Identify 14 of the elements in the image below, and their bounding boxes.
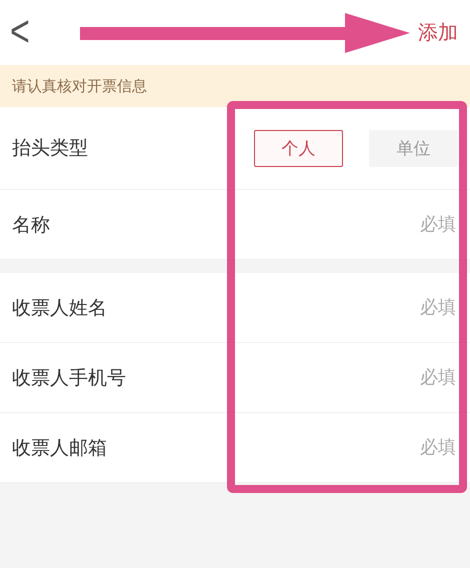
field-label: 收票人姓名 <box>12 296 107 320</box>
input-field[interactable]: 必填 <box>254 213 458 236</box>
field-label: 收票人手机号 <box>12 366 126 390</box>
field-label: 收票人邮箱 <box>12 436 107 460</box>
field-label: 名称 <box>12 212 50 238</box>
type-option[interactable]: 个人 <box>254 130 343 166</box>
field-label: 抬头类型 <box>12 136 88 161</box>
input-field[interactable]: 必填 <box>254 296 458 319</box>
type-option[interactable]: 单位 <box>369 130 458 166</box>
back-button[interactable]: < <box>10 7 30 58</box>
input-field[interactable]: 必填 <box>254 436 458 459</box>
add-button[interactable]: 添加 <box>418 19 458 46</box>
notice-banner: 请认真核对开票信息 <box>0 65 470 107</box>
input-field[interactable]: 必填 <box>254 366 458 389</box>
